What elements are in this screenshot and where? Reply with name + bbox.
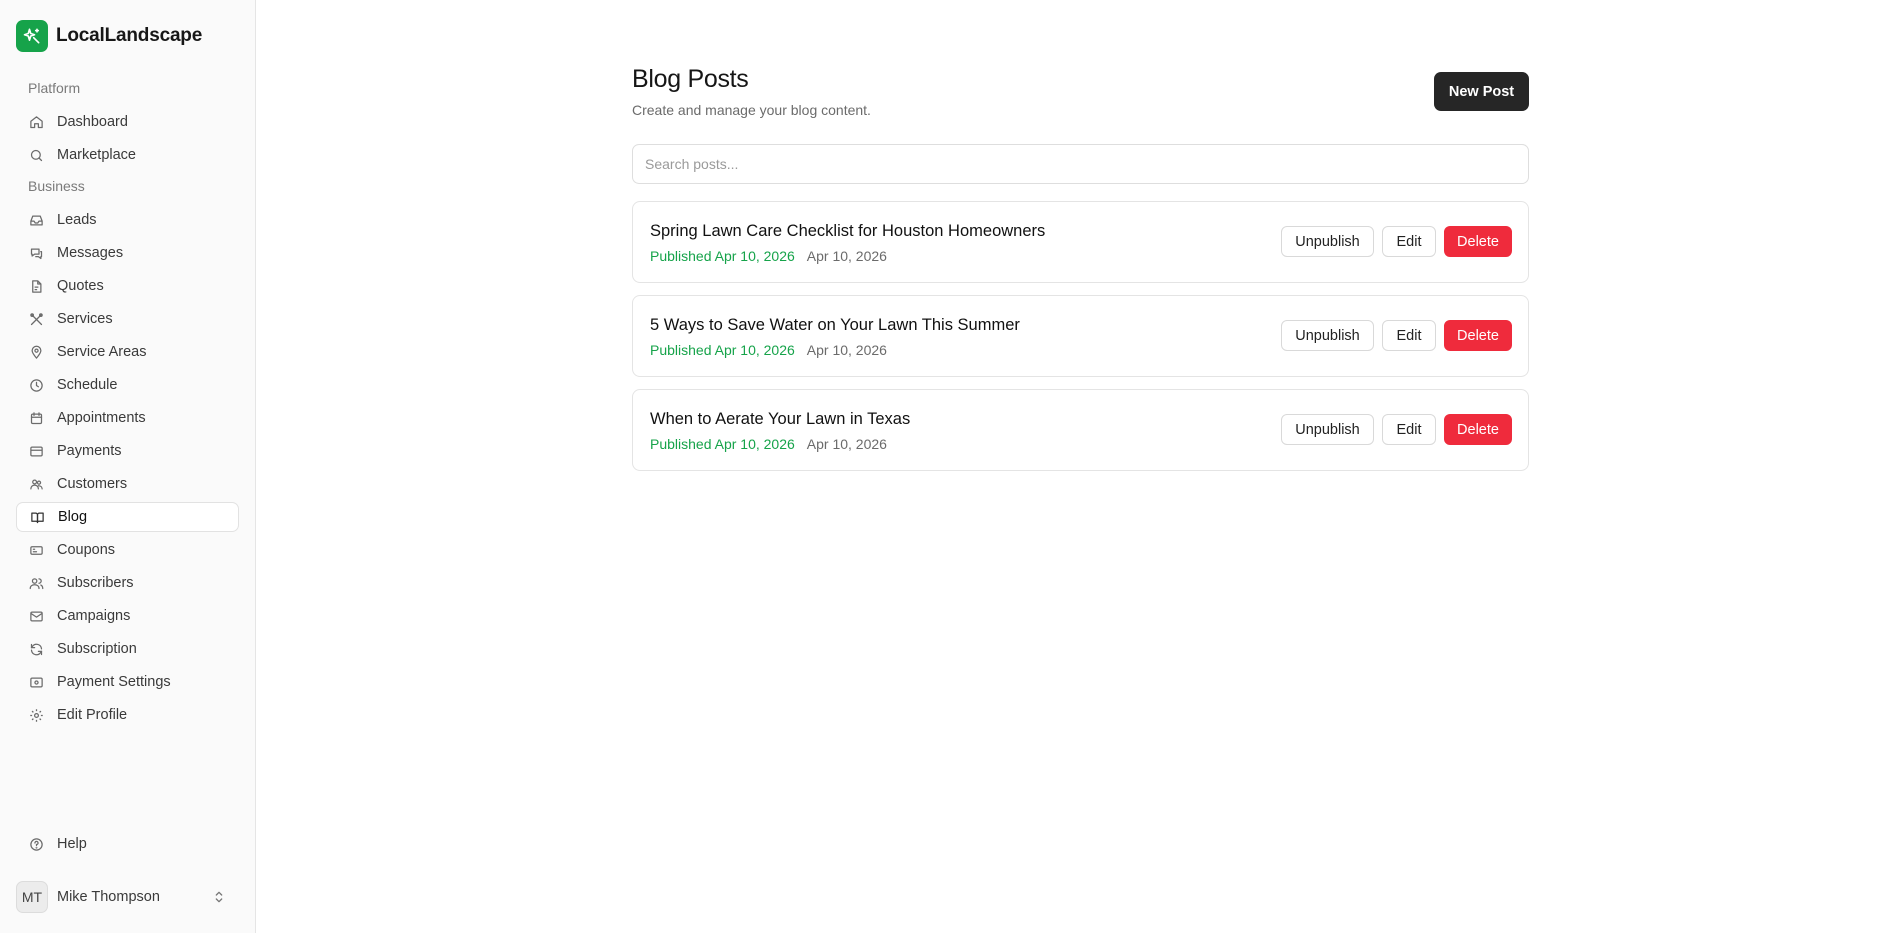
post-actions: Unpublish Edit Delete xyxy=(1281,320,1512,351)
sidebar-item-label: Services xyxy=(57,311,113,327)
page-subtitle: Create and manage your blog content. xyxy=(632,102,871,118)
credit-card-icon xyxy=(28,443,44,459)
edit-button[interactable]: Edit xyxy=(1382,320,1436,351)
post-actions: Unpublish Edit Delete xyxy=(1281,226,1512,257)
brand-logo-icon xyxy=(16,20,48,52)
post-meta: Published Apr 10, 2026 Apr 10, 2026 xyxy=(650,248,887,264)
unpublish-button[interactable]: Unpublish xyxy=(1281,414,1374,445)
status-badge: Published Apr 10, 2026 xyxy=(650,436,795,452)
sidebar-item-label: Schedule xyxy=(57,377,118,393)
sidebar-item-label: Help xyxy=(57,836,87,852)
post-title[interactable]: When to Aerate Your Lawn in Texas xyxy=(650,410,910,429)
calendar-icon xyxy=(28,410,44,426)
tools-icon xyxy=(28,311,44,327)
file-icon xyxy=(28,278,44,294)
sidebar-item-appointments[interactable]: Appointments xyxy=(16,403,239,433)
sidebar-item-label: Dashboard xyxy=(57,114,128,130)
sidebar-item-payments[interactable]: Payments xyxy=(16,436,239,466)
sidebar-item-services[interactable]: Services xyxy=(16,304,239,334)
edit-button[interactable]: Edit xyxy=(1382,414,1436,445)
inbox-icon xyxy=(28,212,44,228)
sidebar-item-messages[interactable]: Messages xyxy=(16,238,239,268)
status-badge: Published Apr 10, 2026 xyxy=(650,248,795,264)
sidebar-item-label: Leads xyxy=(57,212,97,228)
nav-group-label-platform: Platform xyxy=(28,80,81,96)
avatar: MT xyxy=(16,881,48,913)
sidebar-item-service-areas[interactable]: Service Areas xyxy=(16,337,239,367)
sidebar-item-label: Messages xyxy=(57,245,124,261)
nav-group-label-business: Business xyxy=(28,178,85,194)
brand[interactable]: LocalLandscape xyxy=(16,20,202,52)
delete-button[interactable]: Delete xyxy=(1444,226,1512,257)
sidebar-item-label: Edit Profile xyxy=(57,707,128,723)
help-circle-icon xyxy=(28,836,44,852)
mail-icon xyxy=(28,608,44,624)
sidebar-item-label: Marketplace xyxy=(57,147,136,163)
map-pin-icon xyxy=(28,344,44,360)
edit-button[interactable]: Edit xyxy=(1382,226,1436,257)
sidebar-item-coupons[interactable]: Coupons xyxy=(16,535,239,565)
sidebar: LocalLandscape Platform Dashboard Market… xyxy=(0,0,256,933)
sidebar-item-schedule[interactable]: Schedule xyxy=(16,370,239,400)
user-menu[interactable]: MT Mike Thompson xyxy=(16,881,239,913)
sidebar-item-payment-settings[interactable]: Payment Settings xyxy=(16,667,239,697)
delete-button[interactable]: Delete xyxy=(1444,320,1512,351)
sidebar-item-label: Blog xyxy=(58,509,88,525)
page-title: Blog Posts xyxy=(632,65,749,93)
sidebar-item-label: Quotes xyxy=(57,278,104,294)
post-date: Apr 10, 2026 xyxy=(806,248,887,264)
sidebar-item-blog[interactable]: Blog xyxy=(16,502,239,532)
users-icon xyxy=(28,575,44,591)
list-item[interactable]: 5 Ways to Save Water on Your Lawn This S… xyxy=(632,295,1529,377)
sidebar-item-label: Payment Settings xyxy=(57,674,171,690)
unpublish-button[interactable]: Unpublish xyxy=(1281,320,1374,351)
sidebar-item-quotes[interactable]: Quotes xyxy=(16,271,239,301)
search-icon xyxy=(28,147,44,163)
sidebar-item-customers[interactable]: Customers xyxy=(16,469,239,499)
sidebar-item-leads[interactable]: Leads xyxy=(16,205,239,235)
unpublish-button[interactable]: Unpublish xyxy=(1281,226,1374,257)
post-date: Apr 10, 2026 xyxy=(806,342,887,358)
sidebar-item-campaigns[interactable]: Campaigns xyxy=(16,601,239,631)
users-handshake-icon xyxy=(28,476,44,492)
sidebar-item-subscribers[interactable]: Subscribers xyxy=(16,568,239,598)
book-icon xyxy=(29,509,45,525)
sidebar-item-label: Coupons xyxy=(57,542,116,558)
user-name: Mike Thompson xyxy=(57,889,160,905)
sidebar-item-label: Service Areas xyxy=(57,344,147,360)
gear-icon xyxy=(28,707,44,723)
home-icon xyxy=(28,114,44,130)
sidebar-item-label: Campaigns xyxy=(57,608,131,624)
sidebar-item-label: Subscribers xyxy=(57,575,134,591)
sidebar-item-label: Customers xyxy=(57,476,128,492)
wallet-icon xyxy=(28,674,44,690)
ticket-icon xyxy=(28,542,44,558)
new-post-button[interactable]: New Post xyxy=(1434,72,1529,111)
search-input[interactable] xyxy=(632,144,1529,184)
delete-button[interactable]: Delete xyxy=(1444,414,1512,445)
sidebar-item-label: Payments xyxy=(57,443,122,459)
sidebar-item-dashboard[interactable]: Dashboard xyxy=(16,107,239,137)
sidebar-item-subscription[interactable]: Subscription xyxy=(16,634,239,664)
sidebar-item-label: Subscription xyxy=(57,641,137,657)
sidebar-item-label: Appointments xyxy=(57,410,146,426)
chat-icon xyxy=(28,245,44,261)
sidebar-item-edit-profile[interactable]: Edit Profile xyxy=(16,700,239,730)
post-title[interactable]: 5 Ways to Save Water on Your Lawn This S… xyxy=(650,316,1020,335)
sidebar-item-help[interactable]: Help xyxy=(16,829,239,859)
clock-icon xyxy=(28,377,44,393)
list-item[interactable]: Spring Lawn Care Checklist for Houston H… xyxy=(632,201,1529,283)
chevron-up-down-icon xyxy=(211,889,227,905)
post-title[interactable]: Spring Lawn Care Checklist for Houston H… xyxy=(650,222,1045,241)
post-actions: Unpublish Edit Delete xyxy=(1281,414,1512,445)
post-meta: Published Apr 10, 2026 Apr 10, 2026 xyxy=(650,436,887,452)
refresh-icon xyxy=(28,641,44,657)
status-badge: Published Apr 10, 2026 xyxy=(650,342,795,358)
brand-name: LocalLandscape xyxy=(56,25,203,46)
post-date: Apr 10, 2026 xyxy=(806,436,887,452)
list-item[interactable]: When to Aerate Your Lawn in Texas Publis… xyxy=(632,389,1529,471)
sidebar-item-marketplace[interactable]: Marketplace xyxy=(16,140,239,170)
post-meta: Published Apr 10, 2026 Apr 10, 2026 xyxy=(650,342,887,358)
